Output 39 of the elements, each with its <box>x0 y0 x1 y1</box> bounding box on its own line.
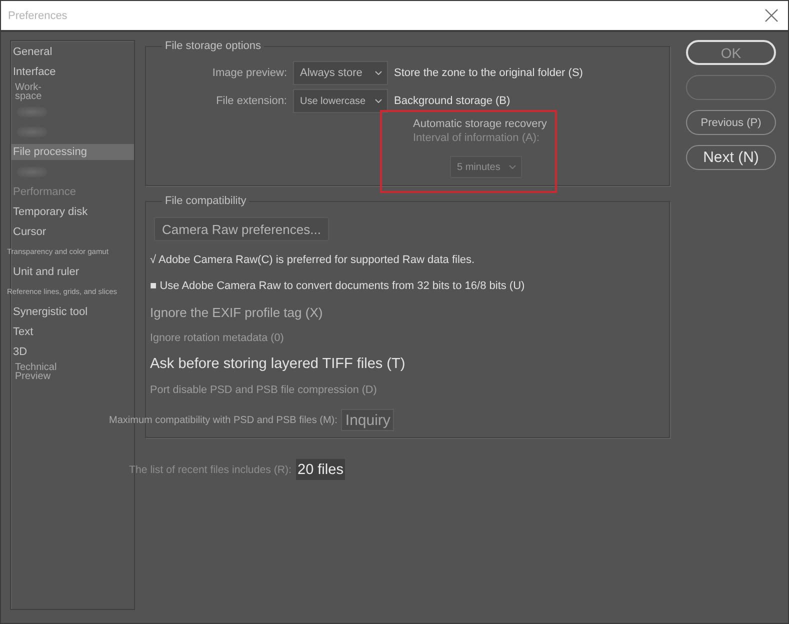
section-title: File storage options <box>164 40 262 53</box>
dialog-button[interactable]: Previous (P) <box>686 110 776 135</box>
sidebar-item[interactable]: 3D <box>11 344 134 360</box>
sidebar-item[interactable]: Interface <box>11 64 134 80</box>
sidebar-item[interactable]: General <box>11 44 134 60</box>
sidebar-item[interactable]: Technical Preview <box>11 363 134 381</box>
dialog-button[interactable] <box>686 75 776 100</box>
close-icon <box>765 9 778 22</box>
sidebar-item[interactable]: File processing <box>11 144 134 160</box>
chevron-down-icon <box>509 165 516 169</box>
field-label: File extension: <box>215 95 287 107</box>
sidebar-item[interactable]: Unit and ruler <box>11 264 134 280</box>
sidebar-item[interactable]: Synergistic tool <box>11 304 134 320</box>
option-label[interactable]: ■ Use Adobe Camera Raw to convert documents from 32 bits to 16/8 bits (U) <box>150 280 525 292</box>
sidebar-item[interactable]: Cursor <box>11 224 134 240</box>
option-label[interactable]: Store the zone to the original folder (S) <box>394 67 669 79</box>
field-label: Maximum compatibility with PSD and PSB files (M): <box>109 414 338 426</box>
sidebar-item[interactable]: Text <box>11 324 134 340</box>
field-label: Image preview: <box>211 67 287 79</box>
dropdown[interactable]: Use lowercase <box>293 89 388 113</box>
window-title: Preferences <box>8 10 68 22</box>
sidebar-item[interactable]: Temporary disk <box>11 204 134 220</box>
preferences-button[interactable]: Camera Raw preferences... <box>154 217 329 241</box>
input-field[interactable]: 20 files <box>296 459 346 480</box>
option-label[interactable]: Background storage (B) <box>394 95 669 107</box>
option-label[interactable]: √ Adobe Camera Raw(C) is preferred for supported Raw data files. <box>150 254 475 266</box>
dropdown[interactable]: Inquiry <box>341 409 394 431</box>
section-title: File compatibility <box>164 195 248 208</box>
chevron-down-icon <box>375 99 382 103</box>
field-label: The list of recent files includes (R): <box>129 464 292 476</box>
field-label: Interval of information (A): <box>413 131 540 145</box>
dropdown[interactable]: Always store <box>293 61 388 85</box>
dialog-button[interactable]: Next (N) <box>686 145 776 170</box>
sidebar-item[interactable]: Work-space <box>11 83 134 101</box>
chevron-down-icon <box>375 71 382 75</box>
option-label[interactable]: Automatic storage recovery <box>413 117 547 131</box>
dialog-button[interactable]: OK <box>686 40 776 65</box>
close-button[interactable] <box>765 9 778 22</box>
option-label[interactable]: Ask before storing layered TIFF files (T) <box>150 356 406 372</box>
